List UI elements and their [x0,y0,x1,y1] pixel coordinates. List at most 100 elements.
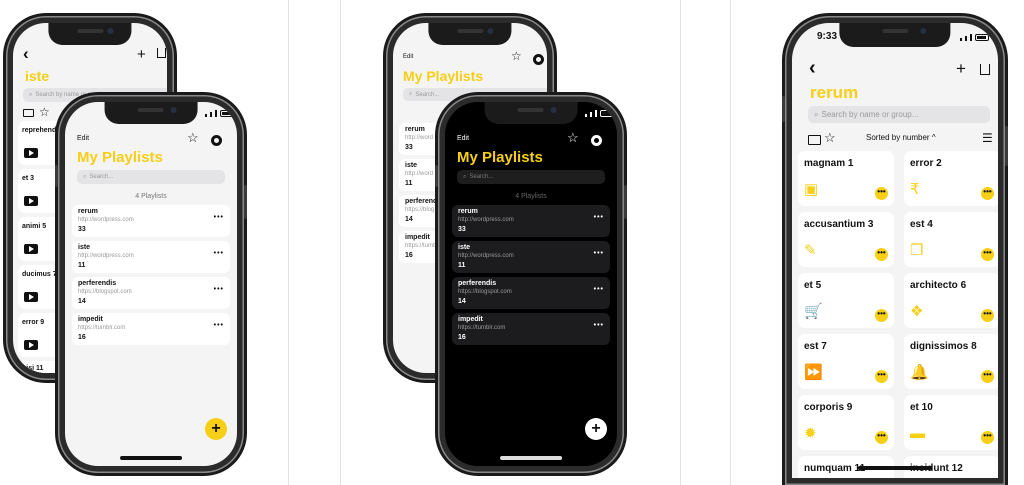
page-title: My Playlists [457,149,543,166]
star-icon[interactable]: ☆ [187,130,199,146]
search-placeholder: Search... [469,174,494,180]
back-button[interactable]: ‹ [23,44,29,64]
more-button[interactable]: ••• [214,322,224,329]
track-tile[interactable]: architecto 6 ❖ ••• [904,273,998,328]
playlist-count-value: 16 [458,334,466,341]
more-button[interactable]: ••• [594,286,604,293]
edit-button[interactable]: Edit [77,135,89,142]
dropbox-icon: ❖ [910,303,924,320]
search-placeholder: Search... [415,91,440,98]
playlist-card[interactable]: impedit https://tumblr.com 16 ••• [72,313,230,345]
video-icon [24,292,38,302]
playlist-name: rerum [78,208,98,215]
track-title: magnam 1 [804,158,854,169]
playlist-count-value: 11 [405,180,413,187]
track-title: corporis 9 [804,402,853,413]
share-icon[interactable] [157,48,166,58]
track-tile[interactable]: error 2 ₹ ••• [904,151,998,206]
playlist-url: http://wordpress.com [78,253,134,259]
more-button[interactable]: ••• [214,214,224,221]
search-input[interactable]: ⌕ Search... [457,170,605,184]
page-title: iste [25,68,50,84]
playlist-card[interactable]: perferendis https://blogspot.com 14 ••• [72,277,230,309]
panel-divider [288,0,289,485]
edit-button[interactable]: Edit [403,54,413,60]
add-button[interactable]: + [137,46,146,63]
add-playlist-button[interactable]: + [585,418,607,440]
notch [428,23,512,45]
list-item-label: et 3 [22,175,35,182]
playlist-card[interactable]: rerum http://wordpress.com 33 ••• [72,205,230,237]
playlist-card[interactable]: perferendis https://blogspot.com 14 ••• [452,277,610,309]
gear-icon[interactable] [211,135,222,146]
more-button[interactable]: ••• [981,309,994,322]
home-indicator [857,466,933,470]
more-button[interactable]: ••• [875,309,888,322]
notch [839,23,951,47]
back-button[interactable]: ‹ [809,57,816,80]
star-icon[interactable]: ☆ [511,49,522,63]
page-title: My Playlists [77,149,163,166]
search-icon: ⌕ [409,91,413,97]
phone-right: 9:33 ‹ + rerum ⌕ Search by name or group… [782,16,1008,485]
playlist-card[interactable]: iste http://wordpress.com 11 ••• [72,241,230,273]
folder-icon[interactable] [23,109,34,117]
page-title: My Playlists [403,68,484,84]
track-tile[interactable]: dignissimos 8 🔔 ••• [904,334,998,389]
playlist-count-value: 14 [458,298,466,305]
more-button[interactable]: ••• [875,431,888,444]
more-button[interactable]: ••• [981,187,994,200]
my-playlists-screen-dark: Edit ☆ My Playlists ⌕ Search... 4 Playli… [445,102,617,466]
track-tile[interactable]: magnam 1 ▣ ••• [798,151,894,206]
notch [48,23,132,45]
more-button[interactable]: ••• [981,248,994,261]
playlist-card[interactable]: impedit https://tumblr.com 16 ••• [452,313,610,345]
more-button[interactable]: ••• [594,250,604,257]
more-button[interactable]: ••• [594,322,604,329]
playlist-url: http://wordpress.com [458,253,514,259]
status-icons [205,110,234,117]
more-button[interactable]: ••• [594,214,604,221]
more-button[interactable]: ••• [214,286,224,293]
sort-button[interactable]: Sorted by number ^ [866,133,936,142]
more-button[interactable]: ••• [875,187,888,200]
track-title: est 7 [804,341,827,352]
playlist-count-value: 33 [458,226,466,233]
video-icon [24,340,38,350]
more-button[interactable]: ••• [981,431,994,444]
more-button[interactable]: ••• [875,370,888,383]
folder-icon[interactable] [808,135,821,145]
list-view-icon[interactable]: ☰ [982,131,993,145]
edit-button[interactable]: Edit [457,135,469,142]
playlist-url: http://wordpress.com [458,217,514,223]
more-button[interactable]: ••• [214,250,224,257]
playlist-card[interactable]: rerum http://wordpress.com 33 ••• [452,205,610,237]
track-title: numquam 11 [804,463,866,474]
search-placeholder: Search... [89,174,114,180]
track-tile[interactable]: corporis 9 ✹ ••• [798,395,894,450]
playlist-count: 4 Playlists [135,193,167,200]
panel-divider [730,0,731,485]
search-input[interactable]: ⌕ Search by name or group... [808,106,990,123]
track-tile[interactable]: et 10 ▬ ••• [904,395,998,450]
phone-dark: Edit ☆ My Playlists ⌕ Search... 4 Playli… [435,95,627,473]
star-icon[interactable]: ☆ [824,130,836,146]
more-button[interactable]: ••• [875,248,888,261]
track-tile[interactable]: et 5 🛒 ••• [798,273,894,328]
add-button[interactable]: + [956,59,966,79]
gear-icon[interactable] [533,54,544,65]
track-tile[interactable]: est 4 ❐ ••• [904,212,998,267]
more-button[interactable]: ••• [981,370,994,383]
share-icon[interactable] [980,64,990,75]
playlist-name: rerum [458,208,478,215]
playlist-card[interactable]: iste http://wordpress.com 11 ••• [452,241,610,273]
playlist-name: impedit [78,316,103,323]
track-tile[interactable]: accusantium 3 ✎ ••• [798,212,894,267]
track-tile[interactable]: est 7 ⏩ ••• [798,334,894,389]
star-icon[interactable]: ☆ [567,130,579,146]
gear-icon[interactable] [591,135,602,146]
add-playlist-button[interactable]: + [205,418,227,440]
search-icon: ⌕ [463,173,467,180]
star-icon[interactable]: ☆ [39,105,50,119]
search-input[interactable]: ⌕ Search... [77,170,225,184]
